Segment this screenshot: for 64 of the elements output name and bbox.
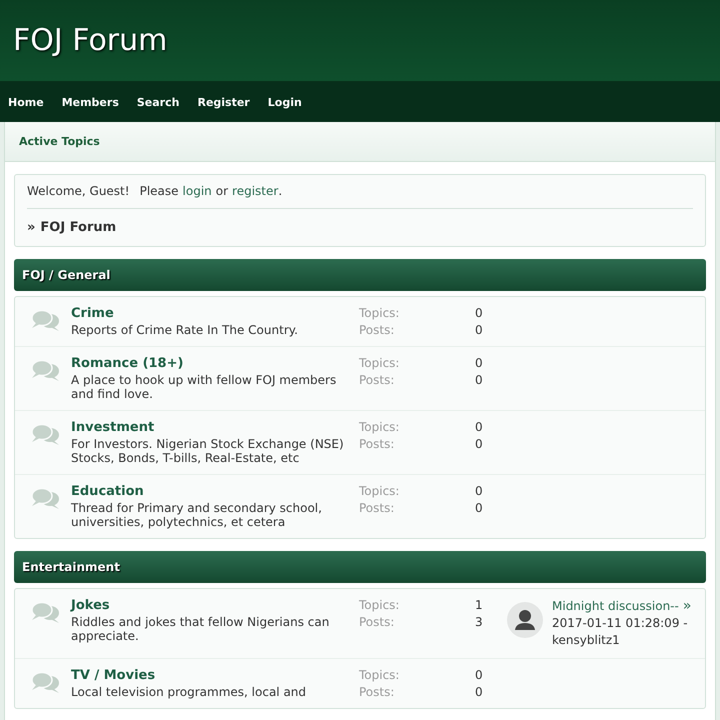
welcome-text: Welcome, Guest! bbox=[27, 184, 130, 198]
speech-bubbles-icon bbox=[31, 360, 60, 382]
forum-name[interactable]: Jokes bbox=[71, 598, 110, 613]
or-text: or bbox=[216, 184, 228, 198]
nav-link[interactable]: Login bbox=[268, 96, 302, 108]
active-topics-link[interactable]: Active Topics bbox=[19, 135, 100, 148]
speech-bubbles-icon bbox=[31, 672, 60, 694]
period-text: . bbox=[278, 184, 282, 198]
posts-label: Posts: bbox=[359, 501, 396, 515]
posts-label: Posts: bbox=[359, 373, 396, 387]
forum-name[interactable]: Education bbox=[71, 484, 144, 499]
last-post-user: kensyblitz1 bbox=[552, 632, 620, 649]
last-post-date: 2017-01-11 01:28:09 - bbox=[552, 615, 688, 632]
go-to-post-link[interactable]: » bbox=[682, 598, 692, 615]
speech-bubbles-icon bbox=[31, 310, 60, 332]
posts-label: Posts: bbox=[359, 323, 396, 337]
forum-name[interactable]: Crime bbox=[71, 306, 114, 321]
forum-description: A place to hook up with fellow FOJ members and find love. bbox=[71, 373, 338, 401]
breadcrumb-separator: » bbox=[27, 220, 36, 235]
nav-link[interactable]: Members bbox=[62, 96, 119, 108]
speech-bubbles-icon bbox=[31, 488, 60, 510]
topics-count: 0 bbox=[475, 306, 484, 320]
forum-name[interactable]: Romance (18+) bbox=[71, 356, 184, 371]
nav-link[interactable]: Home bbox=[8, 96, 44, 108]
topics-count: 0 bbox=[475, 484, 484, 498]
topics-label: Topics: bbox=[359, 484, 400, 498]
posts-count: 0 bbox=[475, 437, 484, 451]
topics-count: 1 bbox=[475, 598, 484, 612]
posts-count: 0 bbox=[475, 501, 484, 515]
posts-label: Posts: bbox=[359, 437, 396, 451]
nav-link[interactable]: Register bbox=[197, 96, 250, 108]
breadcrumb-item[interactable]: FOJ Forum bbox=[40, 220, 116, 235]
speech-bubbles-icon bbox=[31, 602, 60, 624]
speech-bubbles-icon bbox=[31, 424, 60, 446]
topics-label: Topics: bbox=[359, 306, 400, 320]
posts-label: Posts: bbox=[359, 685, 396, 699]
forum-name[interactable]: Investment bbox=[71, 420, 154, 435]
posts-count: 3 bbox=[475, 615, 484, 629]
topics-label: Topics: bbox=[359, 668, 400, 682]
forum-description: Local television programmes, local and bbox=[71, 685, 306, 699]
topics-label: Topics: bbox=[359, 356, 400, 370]
register-link[interactable]: register bbox=[232, 184, 278, 198]
posts-count: 0 bbox=[475, 685, 484, 699]
topics-count: 0 bbox=[475, 668, 484, 682]
prompt-text: Please bbox=[140, 184, 179, 198]
forum-description: Reports of Crime Rate In The Country. bbox=[71, 323, 298, 337]
category-title: FOJ / General bbox=[22, 268, 110, 282]
topics-count: 0 bbox=[475, 420, 484, 434]
topics-label: Topics: bbox=[359, 420, 400, 434]
forum-description: Thread for Primary and secondary school, universities, polytechnics, et cetera bbox=[71, 501, 323, 529]
nav-link[interactable]: Search bbox=[136, 96, 180, 108]
site-title: FOJ Forum bbox=[13, 23, 168, 58]
topics-count: 0 bbox=[475, 356, 484, 370]
posts-label: Posts: bbox=[359, 615, 396, 629]
last-post-link[interactable]: Midnight discussion-- bbox=[552, 598, 679, 615]
topics-label: Topics: bbox=[359, 598, 400, 612]
forum-description: Riddles and jokes that fellow Nigerians can appreciate. bbox=[71, 615, 330, 643]
forum-description: For Investors. Nigerian Stock Exchange (NSE) Stocks, Bonds, T-bills, Real-Estate, etc bbox=[71, 437, 345, 465]
posts-count: 0 bbox=[475, 373, 484, 387]
posts-count: 0 bbox=[475, 323, 484, 337]
user-avatar bbox=[507, 602, 543, 638]
category-title: Entertainment bbox=[22, 560, 120, 574]
forum-name[interactable]: TV / Movies bbox=[71, 668, 156, 683]
login-link[interactable]: login bbox=[182, 184, 212, 198]
